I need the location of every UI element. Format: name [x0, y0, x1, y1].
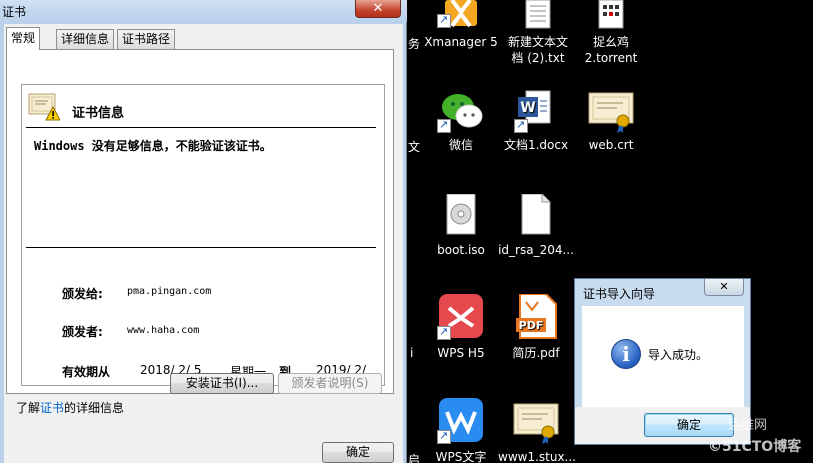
desktop-icon-label: id_rsa_204... [498, 243, 574, 257]
torrent-file-icon [598, 0, 624, 29]
close-button[interactable]: ✕ [704, 279, 744, 296]
cut-off-label: i [410, 346, 414, 360]
desktop-icon-label: boot.iso [437, 243, 485, 257]
divider [26, 127, 376, 128]
verification-warning: Windows 没有足够信息，不能验证该证书。 [34, 139, 272, 153]
desktop-icon-label: 文档1.docx [503, 138, 569, 152]
svg-text:PDF: PDF [519, 319, 544, 332]
desktop-icon-label: 捉幺鸡 [592, 35, 629, 49]
shortcut-arrow-icon [437, 428, 451, 444]
divider [26, 247, 376, 248]
tab-certification-path[interactable]: 证书路径 [117, 29, 176, 49]
certificate-info-box: 证书信息 Windows 没有足够信息，不能验证该证书。 颁发给: pma.pi… [21, 84, 385, 386]
pdf-icon: PDF [516, 294, 557, 339]
desktop-icon-label: WPS H5 [437, 346, 485, 360]
learn-more-prefix: 了解 [16, 401, 41, 415]
cut-off-label: 文 [408, 140, 421, 154]
issued-to-value: pma.pingan.com [127, 286, 212, 297]
import-success-message: 导入成功。 [648, 348, 709, 362]
certificate-dialog-titlebar[interactable]: 证书 ✕ [0, 0, 407, 22]
watermark-text: ©51CTO博客 [708, 439, 802, 455]
blank-file-icon [521, 194, 551, 235]
valid-from-label: 有效期从 [62, 365, 111, 379]
text-file-icon [525, 0, 551, 29]
ok-button[interactable]: 确定 [644, 413, 734, 437]
info-icon: i [611, 339, 641, 369]
svg-text:W: W [520, 100, 535, 116]
install-certificate-button[interactable]: 安装证书(I)... [170, 373, 274, 394]
desktop-icon-label: 微信 [448, 138, 473, 152]
tab-details[interactable]: 详细信息 [56, 29, 115, 49]
shortcut-arrow-icon [437, 117, 451, 133]
info-heading: 证书信息 [72, 106, 125, 121]
desktop-icon-label: www1.stux... [498, 450, 576, 463]
issuer-statement-button[interactable]: 颁发者说明(S) [278, 373, 382, 394]
desktop-icon-label: WPS文字 [435, 450, 487, 463]
issued-by-value: www.haha.com [127, 325, 200, 336]
disc-image-icon [446, 194, 476, 235]
dialog-title: 证书 [2, 5, 27, 19]
close-button[interactable]: ✕ [355, 0, 401, 18]
dialog-title: 证书导入向导 [583, 287, 656, 301]
learn-more-suffix: 的详细信息 [64, 401, 125, 415]
tab-panel-general: 证书信息 Windows 没有足够信息，不能验证该证书。 颁发给: pma.pi… [6, 49, 394, 394]
cut-off-label: 启 [408, 453, 421, 463]
desktop-icon-label: 档 (2).txt [511, 51, 565, 65]
certificate-dialog: 证书 ✕ 常规 详细信息 证书路径 证书信息 Windows 没有足够信息，不能… [0, 0, 407, 463]
desktop-icon-label: Xmanager 5 [424, 35, 498, 49]
certificate-icon [588, 92, 634, 133]
shortcut-arrow-icon [437, 324, 451, 340]
certificate-help-link[interactable]: 证书 [40, 401, 64, 415]
certificate-import-wizard-dialog: 证书导入向导 ✕ i 导入成功。 确定 [574, 278, 751, 445]
issued-to-label: 颁发给: [62, 287, 103, 301]
certificate-dialog-body: 常规 详细信息 证书路径 证书信息 Windows 没有足够信息，不能验证该证书… [4, 24, 403, 463]
desktop-icon-label: web.crt [588, 138, 634, 152]
issued-by-label: 颁发者: [62, 325, 103, 339]
certificate-icon [513, 403, 559, 444]
watermark-text: 运维网 [728, 418, 768, 433]
shortcut-arrow-icon [514, 117, 528, 133]
certificate-warning-icon [28, 93, 60, 121]
desktop-icon-label: 简历.pdf [512, 346, 560, 360]
tab-general[interactable]: 常规 [6, 27, 41, 50]
shortcut-arrow-icon [437, 12, 451, 28]
desktop-icon-label: 2.torrent [584, 51, 638, 65]
learn-more-text: 了解证书的详细信息 [16, 399, 124, 416]
desktop-icon-label: 新建文本文 [507, 35, 568, 49]
ok-button[interactable]: 确定 [322, 442, 394, 463]
cut-off-label: 务 [408, 37, 421, 51]
